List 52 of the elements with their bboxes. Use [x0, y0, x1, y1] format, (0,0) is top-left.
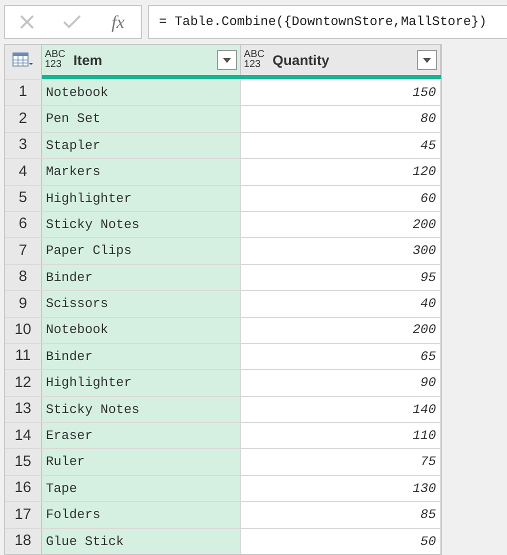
row-number[interactable]: 11: [5, 344, 42, 370]
row-number[interactable]: 13: [5, 396, 42, 422]
row-number[interactable]: 7: [5, 238, 42, 264]
caret-icon: [222, 58, 231, 62]
row-number[interactable]: 10: [5, 318, 42, 343]
table-cell: Sticky Notes: [42, 396, 241, 422]
table-cell: Binder: [42, 344, 241, 370]
checkmark-icon: [63, 15, 81, 29]
type-label: ABC: [244, 50, 264, 60]
column-title: Quantity: [272, 50, 330, 70]
table-cell: Folders: [42, 502, 241, 528]
table-cell: Highlighter: [42, 370, 241, 396]
row-number[interactable]: 1: [5, 80, 42, 106]
row-number[interactable]: 8: [5, 264, 42, 290]
table-cell: Highlighter: [42, 186, 241, 211]
column-title: Item: [73, 50, 104, 70]
row-number[interactable]: 3: [5, 132, 42, 158]
insert-function-button[interactable]: fx: [95, 6, 141, 38]
table-cell: Notebook: [42, 318, 241, 343]
table-cell: Tape: [42, 476, 241, 502]
table-cell: Binder: [42, 264, 241, 290]
row-number[interactable]: 2: [5, 106, 42, 132]
row-number[interactable]: 6: [5, 212, 42, 238]
formula-field[interactable]: = Table.Combine({DowntownStore,MallStore}): [148, 5, 507, 39]
table-icon: [12, 52, 34, 68]
caret-icon: [423, 58, 431, 62]
type-label: ABC: [44, 50, 66, 60]
table-cell: Stapler: [42, 132, 241, 158]
table-cell: Paper Clips: [42, 238, 241, 264]
row-number[interactable]: 12: [5, 370, 42, 396]
table-cell: Markers: [42, 159, 241, 185]
row-number[interactable]: 4: [5, 159, 42, 185]
row-number[interactable]: 17: [5, 502, 42, 528]
row-number[interactable]: 16: [5, 476, 42, 502]
row-number[interactable]: 5: [5, 186, 42, 211]
table-cell: Glue Stick: [42, 528, 241, 554]
table-cell: Scissors: [42, 291, 241, 317]
table-cell: Sticky Notes: [42, 212, 241, 238]
table-cell: Eraser: [42, 423, 241, 448]
table-cell: Pen Set: [42, 106, 241, 132]
row-number[interactable]: 9: [5, 291, 42, 317]
table-menu-button[interactable]: [5, 45, 42, 75]
table-cell: Notebook: [42, 80, 241, 106]
type-label: 123: [44, 60, 63, 70]
table-cell: Ruler: [42, 449, 241, 475]
row-number[interactable]: 14: [5, 423, 42, 448]
type-label: 123: [244, 60, 262, 70]
column-filter-button[interactable]: [216, 50, 237, 70]
column-filter-button[interactable]: [417, 50, 437, 70]
row-number[interactable]: 18: [5, 528, 42, 554]
close-icon: [19, 14, 35, 30]
row-number[interactable]: 15: [5, 449, 42, 475]
